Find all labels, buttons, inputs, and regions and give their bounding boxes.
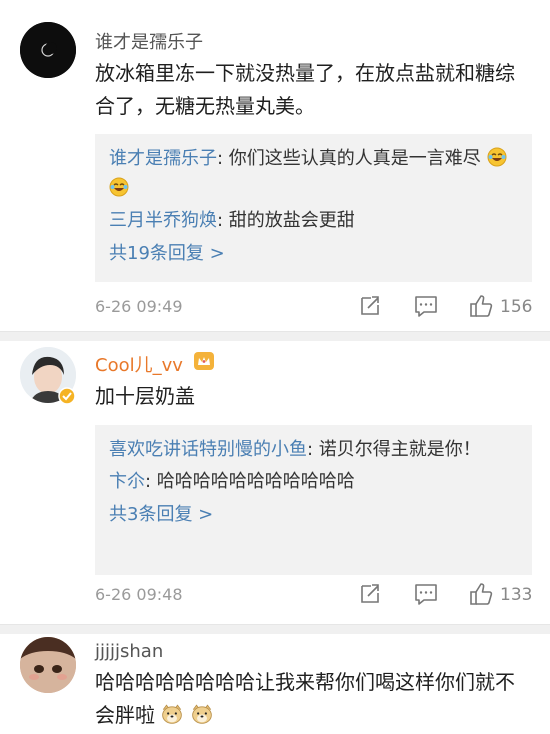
comment-text: 哈哈哈哈哈哈哈哈让我来帮你们喝这样你们就不会胖啦: [95, 666, 525, 732]
reply-preview-box[interactable]: 谁才是孺乐子: 你们这些认真的人真是一言难尽 三月半乔狗焕: 甜的放盐会更甜 共…: [95, 134, 532, 282]
comment-item: jjjjjshan 哈哈哈哈哈哈哈哈让我来帮你们喝这样你们就不会胖啦: [0, 634, 550, 734]
comment-icon[interactable]: [413, 581, 439, 611]
reply-colon: :: [307, 439, 319, 460]
doge-emoji: [155, 703, 191, 727]
comment-username[interactable]: jjjjjshan: [95, 641, 163, 662]
crown-badge-icon: [193, 351, 215, 375]
reply-username[interactable]: 喜欢吃讲话特别慢的小鱼: [109, 439, 307, 460]
anime-avatar-image: [20, 637, 76, 693]
like-icon[interactable]: [468, 293, 494, 323]
reply-text: 诺贝尔得主就是你！: [318, 439, 481, 460]
comment-icon[interactable]: [413, 293, 439, 323]
repost-icon[interactable]: [358, 581, 382, 611]
reply-colon: :: [217, 210, 229, 231]
reply-username[interactable]: 卞尒: [109, 471, 145, 492]
like-count: 156: [500, 297, 533, 317]
verified-badge-icon: [58, 387, 76, 409]
like-count: 133: [500, 585, 533, 605]
repost-icon[interactable]: [358, 293, 382, 323]
like-icon[interactable]: [468, 581, 494, 611]
reply-username[interactable]: 谁才是孺乐子: [109, 148, 217, 169]
comment-meta-row: 6-26 09:48 133: [95, 581, 535, 611]
doge-emoji: [191, 703, 214, 727]
reply-colon: :: [217, 148, 229, 169]
reply-text: 哈哈哈哈哈哈哈哈哈哈哈: [156, 471, 355, 492]
moon-avatar-image: [20, 22, 76, 78]
reply-username[interactable]: 三月半乔狗焕: [109, 210, 217, 231]
reply-line: 三月半乔狗焕: 甜的放盐会更甜: [109, 206, 518, 236]
reply-line: 卞尒: 哈哈哈哈哈哈哈哈哈哈哈: [109, 467, 518, 497]
comment-item: 谁才是孺乐子 放冰箱里冻一下就没热量了，在放点盐就和糖综合了，无糖无热量丸美。 …: [0, 0, 550, 330]
avatar[interactable]: [20, 22, 76, 78]
comment-divider: [0, 624, 550, 634]
reply-colon: :: [145, 471, 157, 492]
reply-text: 甜的放盐会更甜: [228, 210, 355, 231]
comment-item: Cool儿_vv 加十层奶盖 喜欢吃讲话特别慢的小鱼: 诺贝尔得主就是你！ 卞尒…: [0, 342, 550, 624]
comment-meta-row: 6-26 09:49 156: [95, 293, 535, 323]
more-replies-link[interactable]: 共3条回复 >: [109, 499, 518, 531]
comment-timestamp: 6-26 09:49: [95, 297, 183, 316]
comment-timestamp: 6-26 09:48: [95, 585, 183, 604]
avatar[interactable]: [20, 637, 76, 693]
comment-username[interactable]: 谁才是孺乐子: [95, 28, 203, 54]
comment-username[interactable]: Cool儿_vv: [95, 351, 183, 377]
reply-text: 你们这些认真的人真是一言难尽: [228, 148, 481, 169]
comment-text: 加十层奶盖: [95, 384, 195, 408]
more-replies-link[interactable]: 共19条回复 >: [109, 238, 518, 270]
reply-line: 谁才是孺乐子: 你们这些认真的人真是一言难尽: [109, 144, 518, 204]
comment-text: 放冰箱里冻一下就没热量了，在放点盐就和糖综合了，无糖无热量丸美。: [95, 61, 515, 118]
comment-divider: [0, 331, 550, 341]
laugh-cry-emoji: [481, 147, 508, 169]
laugh-cry-emoji: [109, 177, 130, 199]
reply-line: 喜欢吃讲话特别慢的小鱼: 诺贝尔得主就是你！: [109, 435, 518, 465]
reply-preview-box[interactable]: 喜欢吃讲话特别慢的小鱼: 诺贝尔得主就是你！ 卞尒: 哈哈哈哈哈哈哈哈哈哈哈 共…: [95, 425, 532, 575]
